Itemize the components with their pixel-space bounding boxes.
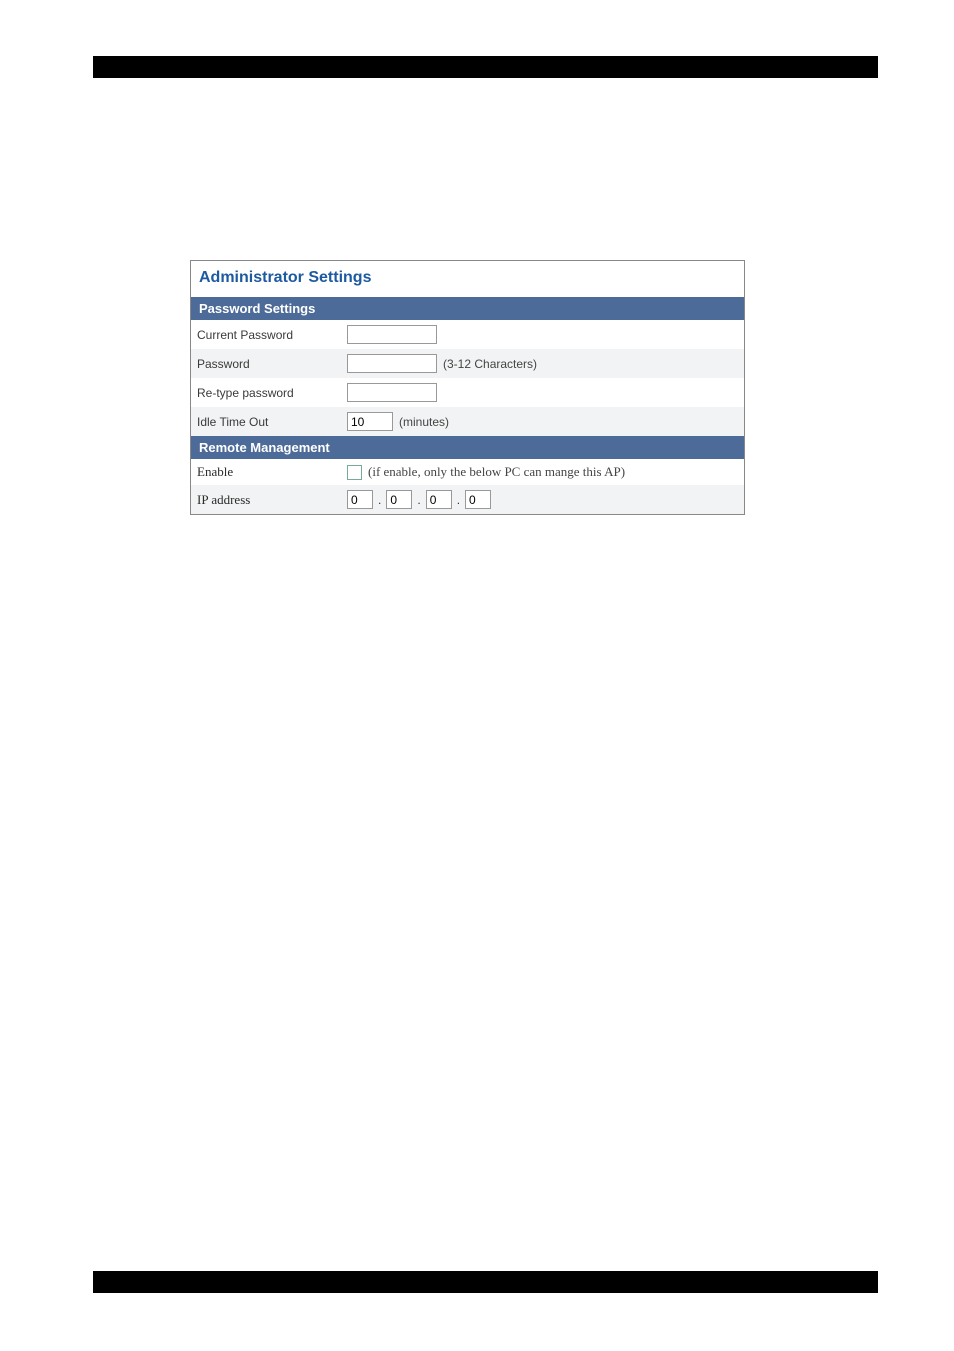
password-label: Password (197, 357, 347, 371)
ip-octet-1-input[interactable] (347, 490, 373, 509)
password-settings-header: Password Settings (191, 297, 744, 320)
ip-octet-2-input[interactable] (386, 490, 412, 509)
current-password-input[interactable] (347, 325, 437, 344)
row-password: Password (3-12 Characters) (191, 349, 744, 378)
panel-title: Administrator Settings (191, 261, 744, 297)
enable-hint: (if enable, only the below PC can mange … (368, 464, 625, 480)
retype-password-label: Re-type password (197, 386, 347, 400)
retype-password-input[interactable] (347, 383, 437, 402)
ip-separator-dot: . (456, 493, 461, 507)
ip-separator-dot: . (377, 493, 382, 507)
idle-timeout-hint: (minutes) (399, 415, 449, 429)
ip-address-label: IP address (197, 492, 347, 508)
row-ip-address: IP address . . . (191, 485, 744, 514)
row-idle-timeout: Idle Time Out (minutes) (191, 407, 744, 436)
top-black-bar (93, 56, 878, 78)
password-input[interactable] (347, 354, 437, 373)
current-password-label: Current Password (197, 328, 347, 342)
ip-octet-3-input[interactable] (426, 490, 452, 509)
enable-label: Enable (197, 464, 347, 480)
row-current-password: Current Password (191, 320, 744, 349)
bottom-black-bar (93, 1271, 878, 1293)
row-enable: Enable (if enable, only the below PC can… (191, 459, 744, 485)
idle-timeout-input[interactable] (347, 412, 393, 431)
ip-octet-4-input[interactable] (465, 490, 491, 509)
administrator-settings-panel: Administrator Settings Password Settings… (190, 260, 745, 515)
remote-management-header: Remote Management (191, 436, 744, 459)
password-hint: (3-12 Characters) (443, 357, 537, 371)
row-retype-password: Re-type password (191, 378, 744, 407)
enable-checkbox[interactable] (347, 465, 362, 480)
idle-timeout-label: Idle Time Out (197, 415, 347, 429)
ip-separator-dot: . (416, 493, 421, 507)
